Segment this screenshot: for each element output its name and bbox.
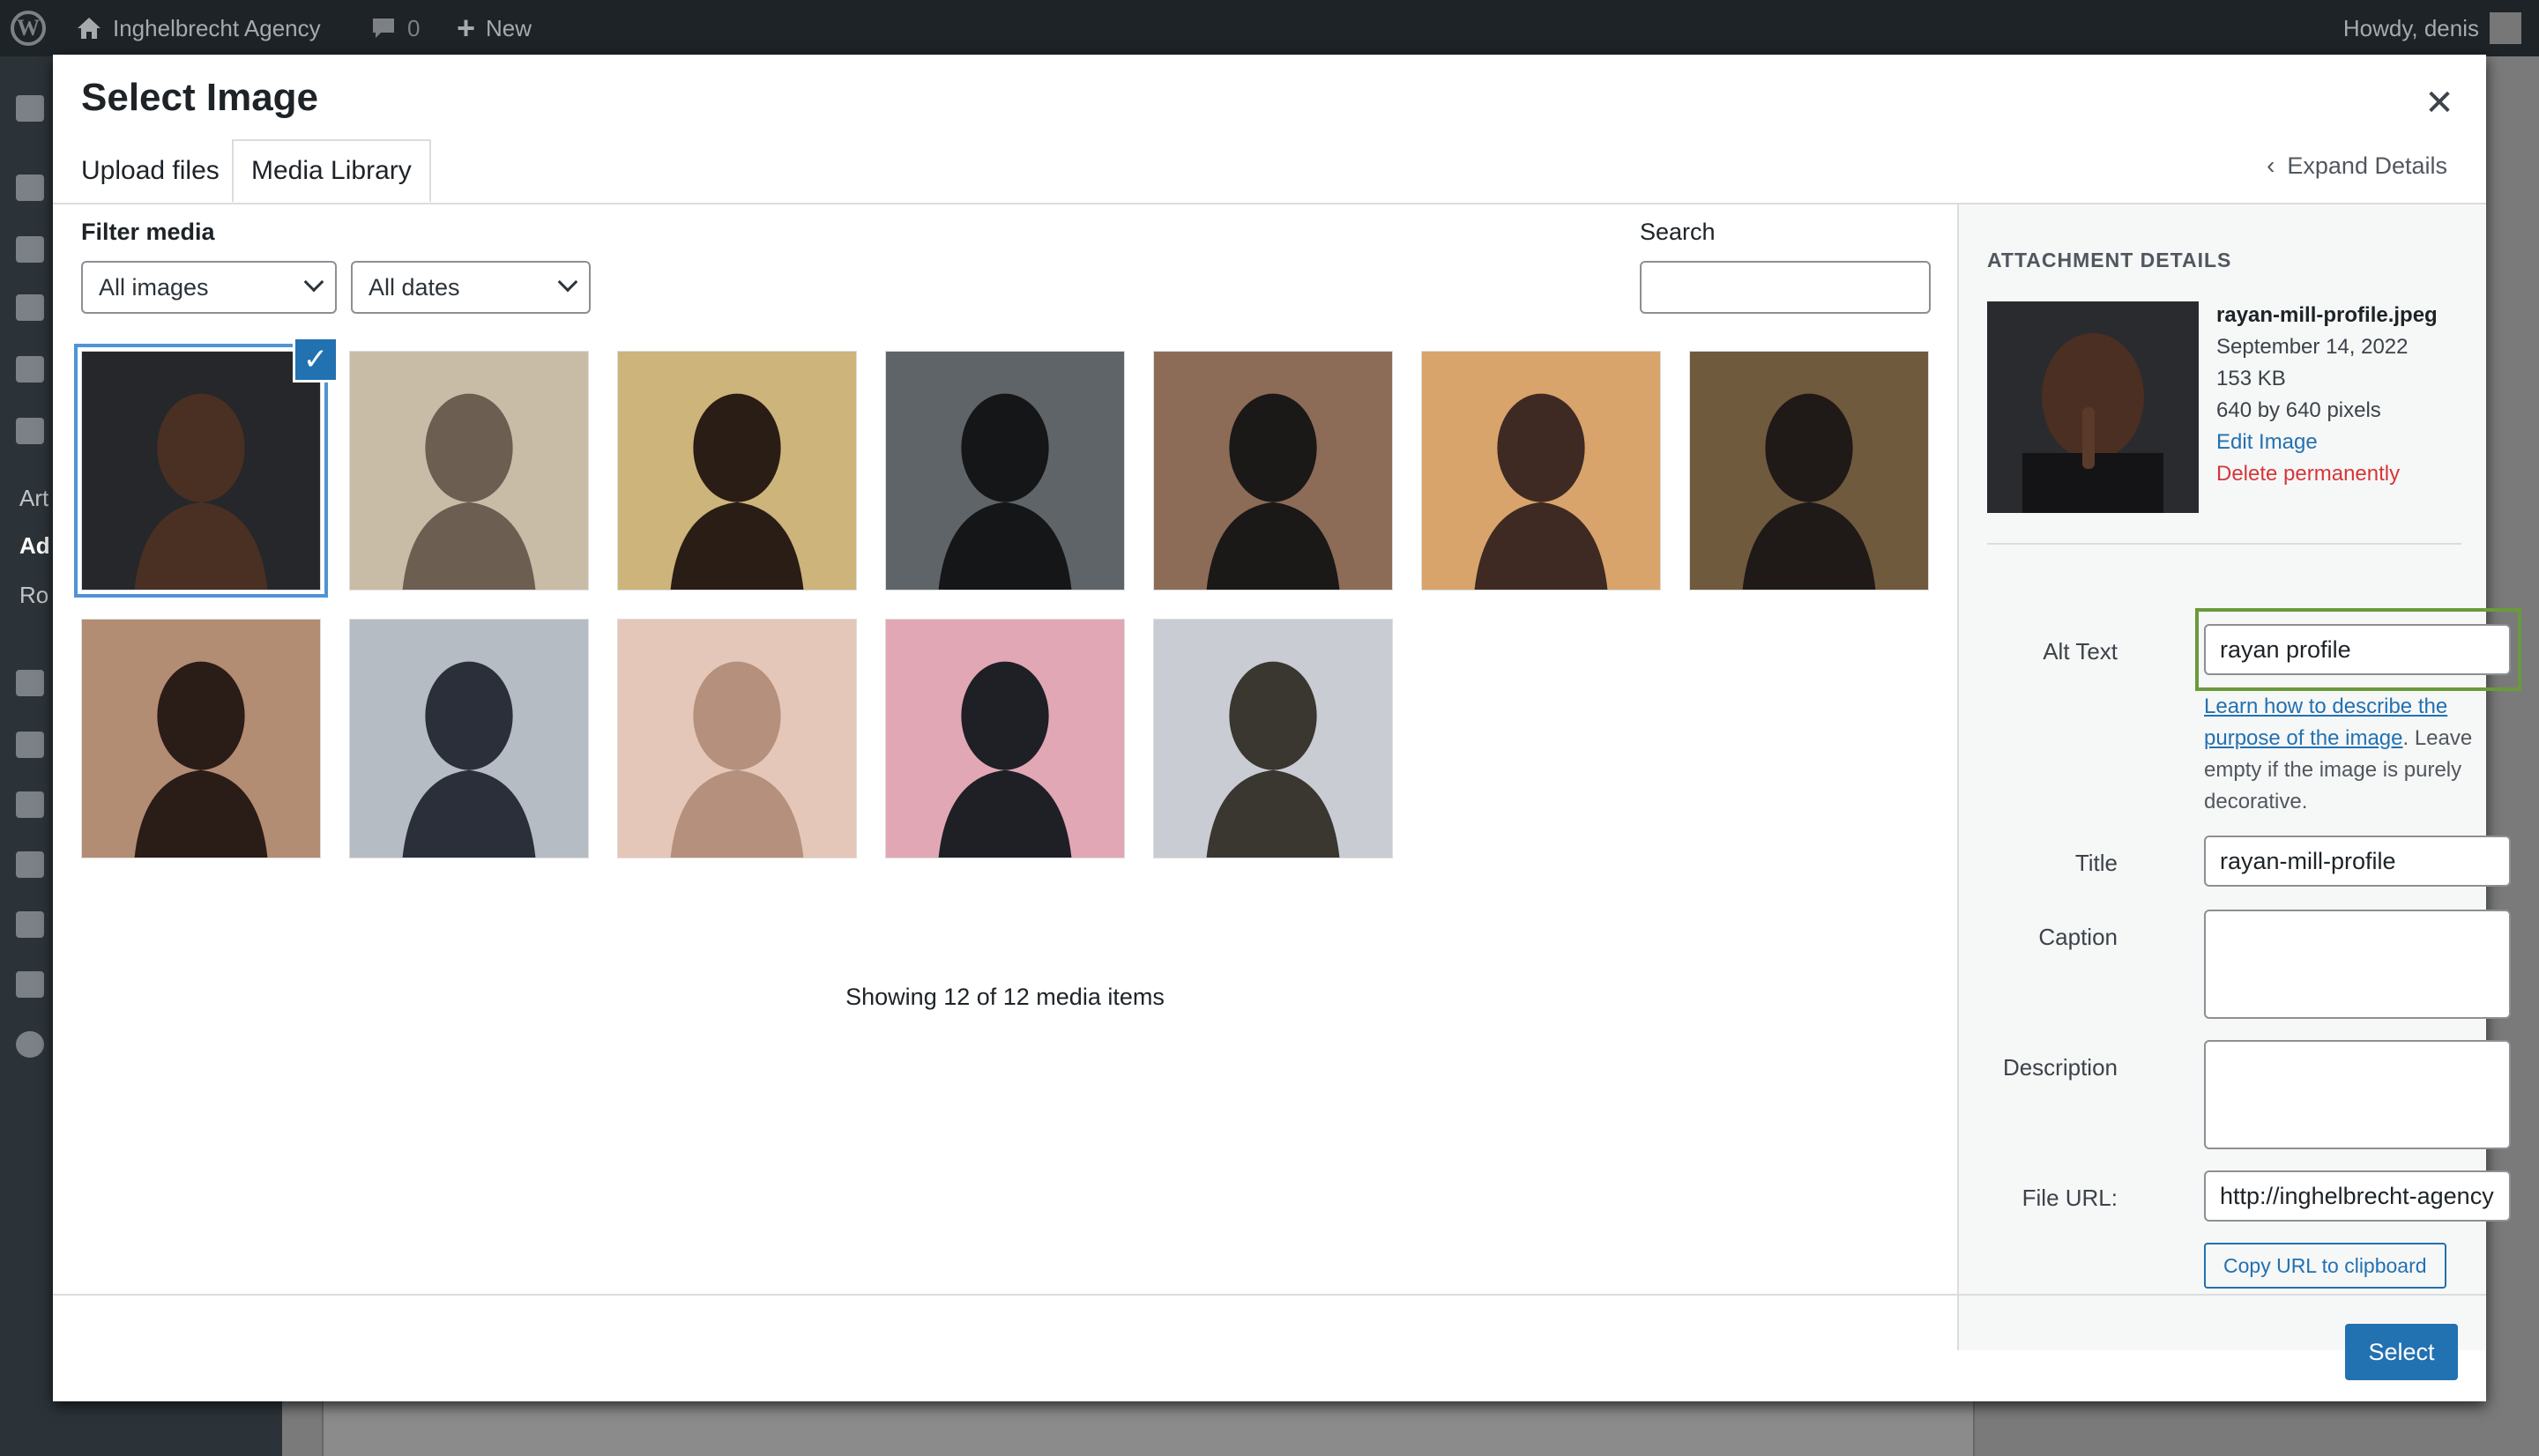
title-label: Title [2074,850,2118,876]
edit-image-link[interactable]: Edit Image [2216,427,2438,458]
checkmark-icon[interactable]: ✓ [293,337,339,383]
media-thumbnail[interactable] [617,351,857,591]
expand-details-button[interactable]: ‹ Expand Details [2267,152,2447,180]
media-thumbnail[interactable] [1421,351,1661,591]
thumbnail-photo [1154,620,1392,858]
attachment-date: September 14, 2022 [2216,335,2409,359]
howdy-text: Howdy, denis [2342,14,2479,41]
thumbnail-photo [350,352,588,590]
users-icon[interactable] [16,791,44,818]
select-button[interactable]: Select [2345,1324,2458,1380]
brush-icon[interactable] [16,732,44,758]
pin-active-icon[interactable] [16,418,44,444]
home-icon [78,18,101,39]
thumbnail-photo [618,352,856,590]
sidebar-fragment-2[interactable]: Ad [19,532,50,560]
media-thumbnail[interactable] [885,351,1125,591]
chevron-down-icon [303,271,324,293]
pages-icon[interactable] [16,294,44,321]
attachment-size: 153 KB [2216,367,2286,390]
thumbnail-photo [1690,352,1928,590]
media-date-select[interactable]: All dates [351,261,591,314]
expand-details-label: Expand Details [2287,152,2447,179]
comments-count: 0 [407,14,421,41]
tab-upload-files[interactable]: Upload files [63,139,237,203]
chevron-down-icon [557,271,578,293]
tab-media-library[interactable]: Media Library [232,139,431,203]
site-name: Inghelbrecht Agency [113,14,321,41]
media-thumbnail[interactable] [349,619,589,858]
delete-permanently-link[interactable]: Delete permanently [2216,458,2438,490]
thumbnail-photo [1422,352,1660,590]
thumbnail-photo [886,352,1124,590]
media-type-select[interactable]: All images [81,261,337,314]
new-label: New [486,14,532,41]
description-field[interactable] [2204,1040,2511,1149]
account-menu[interactable]: Howdy, denis [2343,0,2521,56]
avatar [2490,12,2521,44]
description-label: Description [2002,1054,2118,1081]
caption-field[interactable] [2204,910,2511,1019]
thumbnail-photo [350,620,588,858]
alt-text-field[interactable]: rayan profile [2204,624,2511,675]
dashboard-icon[interactable] [16,95,44,122]
plus-icon: + [457,10,476,46]
copy-url-button[interactable]: Copy URL to clipboard [2204,1243,2446,1289]
plugin-icon[interactable] [16,911,44,938]
title-field[interactable]: rayan-mill-profile [2204,836,2511,887]
table-icon[interactable] [16,971,44,998]
media-thumbnail[interactable] [1153,351,1393,591]
media-thumbnail[interactable] [617,619,857,858]
pin-icon[interactable] [16,175,44,201]
media-thumbnail[interactable] [349,351,589,591]
thumbnail-photo [1154,352,1392,590]
media-thumbnail[interactable] [885,619,1125,858]
select-image-modal: Select Image ✕ Upload files Media Librar… [53,55,2521,1401]
site-name-link[interactable]: Inghelbrecht Agency [76,0,321,56]
thumbnail-photo [886,620,1124,858]
attachment-details-panel: ATTACHMENT DETAILS rayan-mill-profile.jp… [1957,204,2521,1350]
content-panel [322,1393,1975,1456]
attachment-dimensions: 640 by 640 pixels [2216,398,2381,422]
comments-link[interactable]: 0 [370,0,420,56]
sidebar-fragment-1[interactable]: Art [19,485,48,512]
media-icon[interactable] [16,236,44,263]
search-input[interactable] [1640,261,1931,314]
filter-media-label: Filter media [81,219,215,245]
new-content-link[interactable]: + New [457,0,532,56]
footer-divider [53,1294,2486,1296]
attachment-thumbnail [1987,301,2199,513]
tools-icon[interactable] [16,670,44,696]
chevron-left-icon: ‹ [2267,152,2275,179]
caption-label: Caption [2038,924,2118,950]
media-thumbnail[interactable] [81,619,321,858]
thumbnail-photo [82,620,320,858]
wrench-icon[interactable] [16,851,44,878]
collapse-icon[interactable] [16,1031,44,1058]
admin-bar: W Inghelbrecht Agency 0 + New Howdy, den… [0,0,2539,56]
alt-text-label: Alt Text [2043,638,2118,665]
media-thumbnail[interactable] [1689,351,1929,591]
comments-icon[interactable] [16,356,44,383]
alt-text-help: Learn how to describe the purpose of the… [2204,691,2511,818]
file-url-field[interactable]: http://inghelbrecht-agency [2204,1170,2511,1222]
wordpress-logo-icon[interactable]: W [11,0,49,56]
thumbnail-photo [82,352,320,590]
search-label: Search [1640,219,1716,245]
attachment-details-heading: ATTACHMENT DETAILS [1987,249,2232,271]
media-date-value: All dates [369,273,460,301]
media-thumbnail[interactable] [78,347,324,594]
details-divider [1987,543,2461,545]
comment-icon [373,19,394,38]
file-url-label: File URL: [2022,1185,2118,1211]
showing-count: Showing 12 of 12 media items [845,984,1165,1010]
media-type-value: All images [99,273,209,301]
modal-title: Select Image [81,76,319,119]
sidebar-fragment-3[interactable]: Ro [19,582,48,609]
media-thumbnail[interactable] [1153,619,1393,858]
attachment-info: rayan-mill-profile.jpeg September 14, 20… [2216,300,2438,490]
attachment-filename: rayan-mill-profile.jpeg [2216,303,2438,327]
close-icon[interactable]: ✕ [2417,81,2461,125]
thumbnail-photo [618,620,856,858]
